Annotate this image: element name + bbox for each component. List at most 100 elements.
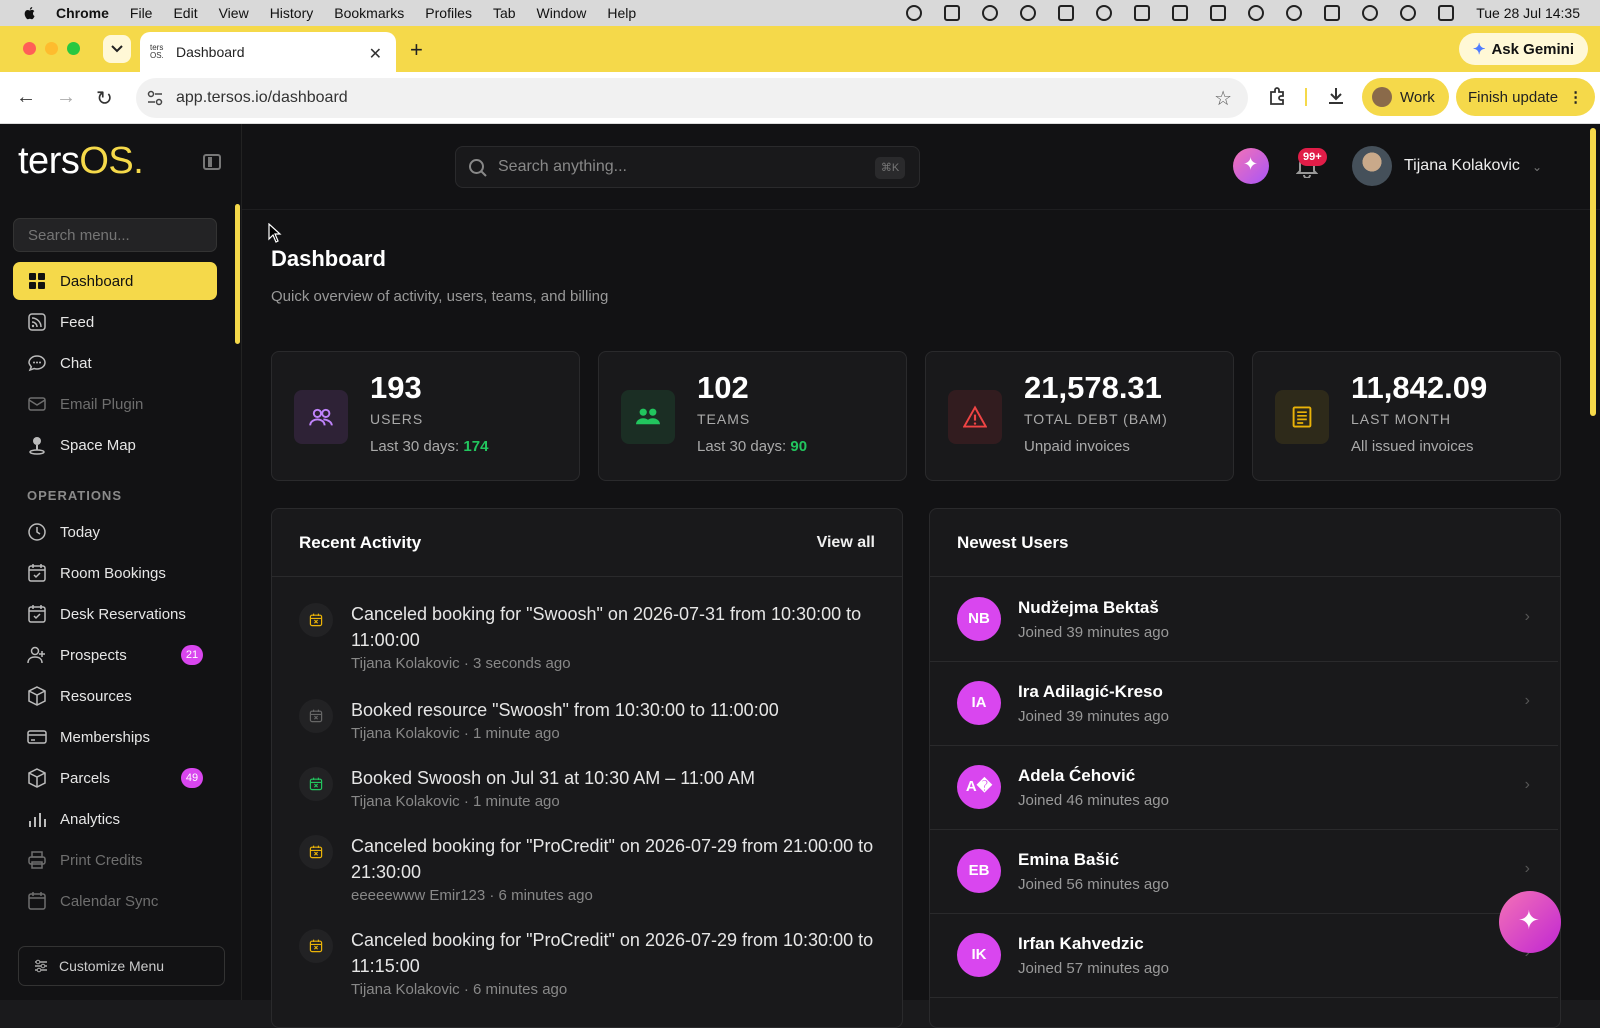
sidebar-item-space-map[interactable]: Space Map — [13, 426, 217, 464]
control-center-icon[interactable] — [1438, 5, 1455, 21]
menu-window[interactable]: Window — [537, 5, 587, 21]
windows-icon[interactable] — [1134, 5, 1151, 21]
sidebar-item-calendar-sync[interactable]: Calendar Sync — [13, 882, 217, 920]
user-row[interactable]: A� Adela Ćehović Joined 46 minutes ago › — [930, 746, 1558, 830]
user-joined: Joined 46 minutes ago — [1018, 792, 1169, 809]
user-name: Ira Adilagić-Kreso — [1018, 682, 1163, 701]
spotlight-icon[interactable] — [1400, 5, 1417, 21]
status-tray: Tue 28 Jul 14:35 — [906, 0, 1600, 26]
site-info-icon[interactable] — [146, 89, 164, 107]
stat-card-total-debt-bam[interactable]: 21,578.31 TOTAL DEBT (BAM) Unpaid invoices — [925, 351, 1234, 481]
menu-help[interactable]: Help — [607, 5, 636, 21]
sidebar-item-feed[interactable]: Feed — [13, 303, 217, 341]
finish-update-button[interactable]: Finish update ⋮ — [1456, 78, 1596, 116]
back-arrow-icon[interactable]: ← — [16, 86, 36, 109]
browser-tab-bar: ters OS. Dashboard ✕ + ✦ Ask Gemini — [0, 26, 1600, 72]
user-row[interactable]: NB Nudžejma Bektaš Joined 39 minutes ago › — [930, 578, 1558, 662]
sidebar-item-label: Feed — [60, 313, 95, 331]
user-menu-name[interactable]: Tijana Kolakovic — [1404, 157, 1520, 175]
forward-arrow-icon[interactable]: → — [56, 86, 76, 109]
teams-icon[interactable] — [944, 5, 961, 21]
tersos-logo[interactable]: tersOS. — [18, 140, 144, 183]
activity-meta: Tijana Kolakovic · 3 seconds ago — [351, 655, 571, 672]
ask-gemini-button[interactable]: ✦ Ask Gemini — [1458, 33, 1588, 65]
sidebar-item-label: Chat — [60, 354, 92, 372]
menu-view[interactable]: View — [219, 5, 249, 21]
sidebar-item-email-plugin[interactable]: Email Plugin — [13, 385, 217, 423]
user-row[interactable]: IA Ira Adilagić-Kreso Joined 39 minutes ag… — [930, 662, 1558, 746]
reload-icon[interactable]: ↻ — [96, 86, 113, 111]
sparkle-tray-icon[interactable] — [1020, 5, 1037, 21]
profile-button[interactable]: Work — [1362, 78, 1449, 116]
stat-card-teams[interactable]: 102 TEAMS Last 30 days: 90 — [598, 351, 907, 481]
close-window-icon[interactable] — [23, 42, 36, 55]
notification-badge: 99+ — [1298, 148, 1327, 166]
user-row[interactable]: IKIrfan KahvedzicJoined 57 minutes ago› — [930, 914, 1558, 998]
toolbar-divider — [1305, 88, 1307, 106]
headphones-icon[interactable] — [1248, 5, 1265, 21]
battery-icon[interactable] — [1324, 5, 1341, 21]
recent-activity-panel: Recent Activity View all Canceled bookin… — [271, 508, 903, 1028]
ai-fab-button[interactable] — [1499, 891, 1561, 953]
address-bar[interactable]: app.tersos.io/dashboard ☆ — [136, 78, 1248, 118]
viber-icon[interactable] — [982, 5, 999, 21]
id-badge-icon[interactable] — [1210, 5, 1227, 21]
menu-app-name[interactable]: Chrome — [56, 5, 109, 21]
record-icon[interactable] — [906, 5, 923, 21]
tab-search-button[interactable] — [103, 35, 131, 63]
user-row[interactable]: EB Emina Bašić Joined 56 minutes ago › — [930, 830, 1558, 914]
sidebar-item-today[interactable]: Today — [13, 513, 217, 551]
menu-profiles[interactable]: Profiles — [425, 5, 472, 21]
menu-file[interactable]: File — [130, 5, 153, 21]
sidebar-item-room-bookings[interactable]: Room Bookings — [13, 554, 217, 592]
user-joined: Joined 39 minutes ago — [1018, 624, 1169, 641]
browser-tab-active[interactable]: ters OS. Dashboard ✕ — [140, 32, 396, 72]
menu-edit[interactable]: Edit — [173, 5, 197, 21]
ai-assistant-button[interactable] — [1233, 148, 1269, 184]
count-badge: 21 — [181, 645, 203, 665]
figma-icon[interactable] — [1058, 5, 1075, 21]
sidebar-scrollbar[interactable] — [235, 204, 240, 344]
menubar-clock[interactable]: Tue 28 Jul 14:35 — [1476, 5, 1580, 21]
menu-bookmarks[interactable]: Bookmarks — [334, 5, 404, 21]
ask-gemini-label: Ask Gemini — [1491, 40, 1574, 58]
bookmark-star-icon[interactable]: ☆ — [1214, 86, 1232, 111]
sidebar-item-resources[interactable]: Resources — [13, 677, 217, 715]
map-pin-icon — [27, 435, 47, 455]
main-scrollbar[interactable] — [1590, 128, 1596, 416]
wifi-icon[interactable] — [1362, 5, 1379, 21]
sidebar-item-dashboard[interactable]: Dashboard — [13, 262, 217, 300]
avatar: NB — [957, 597, 1001, 641]
user-avatar[interactable] — [1352, 146, 1392, 186]
maximize-window-icon[interactable] — [67, 42, 80, 55]
extensions-icon[interactable] — [1268, 86, 1288, 106]
sidebar-item-parcels[interactable]: Parcels 49 — [13, 759, 217, 797]
customize-menu-button[interactable]: Customize Menu — [18, 946, 225, 986]
display-icon[interactable] — [1172, 5, 1189, 21]
menu-tab[interactable]: Tab — [493, 5, 516, 21]
sidebar-item-memberships[interactable]: Memberships — [13, 718, 217, 756]
vpn-icon[interactable] — [1096, 5, 1113, 21]
sidebar-item-analytics[interactable]: Analytics — [13, 800, 217, 838]
sidebar-item-chat[interactable]: Chat — [13, 344, 217, 382]
sidebar-item-desk-reservations[interactable]: Desk Reservations — [13, 595, 217, 633]
apple-icon[interactable] — [22, 5, 38, 21]
new-tab-icon[interactable]: + — [410, 37, 423, 63]
stat-card-users[interactable]: 193 USERS Last 30 days: 174 — [271, 351, 580, 481]
sidebar-item-print-credits[interactable]: Print Credits — [13, 841, 217, 879]
sidebar-item-prospects[interactable]: Prospects 21 — [13, 636, 217, 674]
stat-subtext-count: 174 — [463, 438, 489, 455]
global-search-input[interactable]: Search anything... ⌘K — [455, 146, 920, 188]
printer-icon — [27, 850, 47, 870]
box-icon — [27, 768, 47, 788]
sidebar-collapse-icon[interactable] — [203, 154, 221, 170]
play-icon[interactable] — [1286, 5, 1303, 21]
chevron-down-icon[interactable]: ⌄ — [1532, 160, 1542, 174]
download-icon[interactable] — [1326, 86, 1346, 106]
minimize-window-icon[interactable] — [45, 42, 58, 55]
view-all-link[interactable]: View all — [817, 534, 875, 552]
close-tab-icon[interactable]: ✕ — [369, 44, 382, 64]
menu-search-input[interactable] — [13, 218, 217, 252]
stat-card-last-month[interactable]: 11,842.09 LAST MONTH All issued invoices — [1252, 351, 1561, 481]
menu-history[interactable]: History — [270, 5, 314, 21]
